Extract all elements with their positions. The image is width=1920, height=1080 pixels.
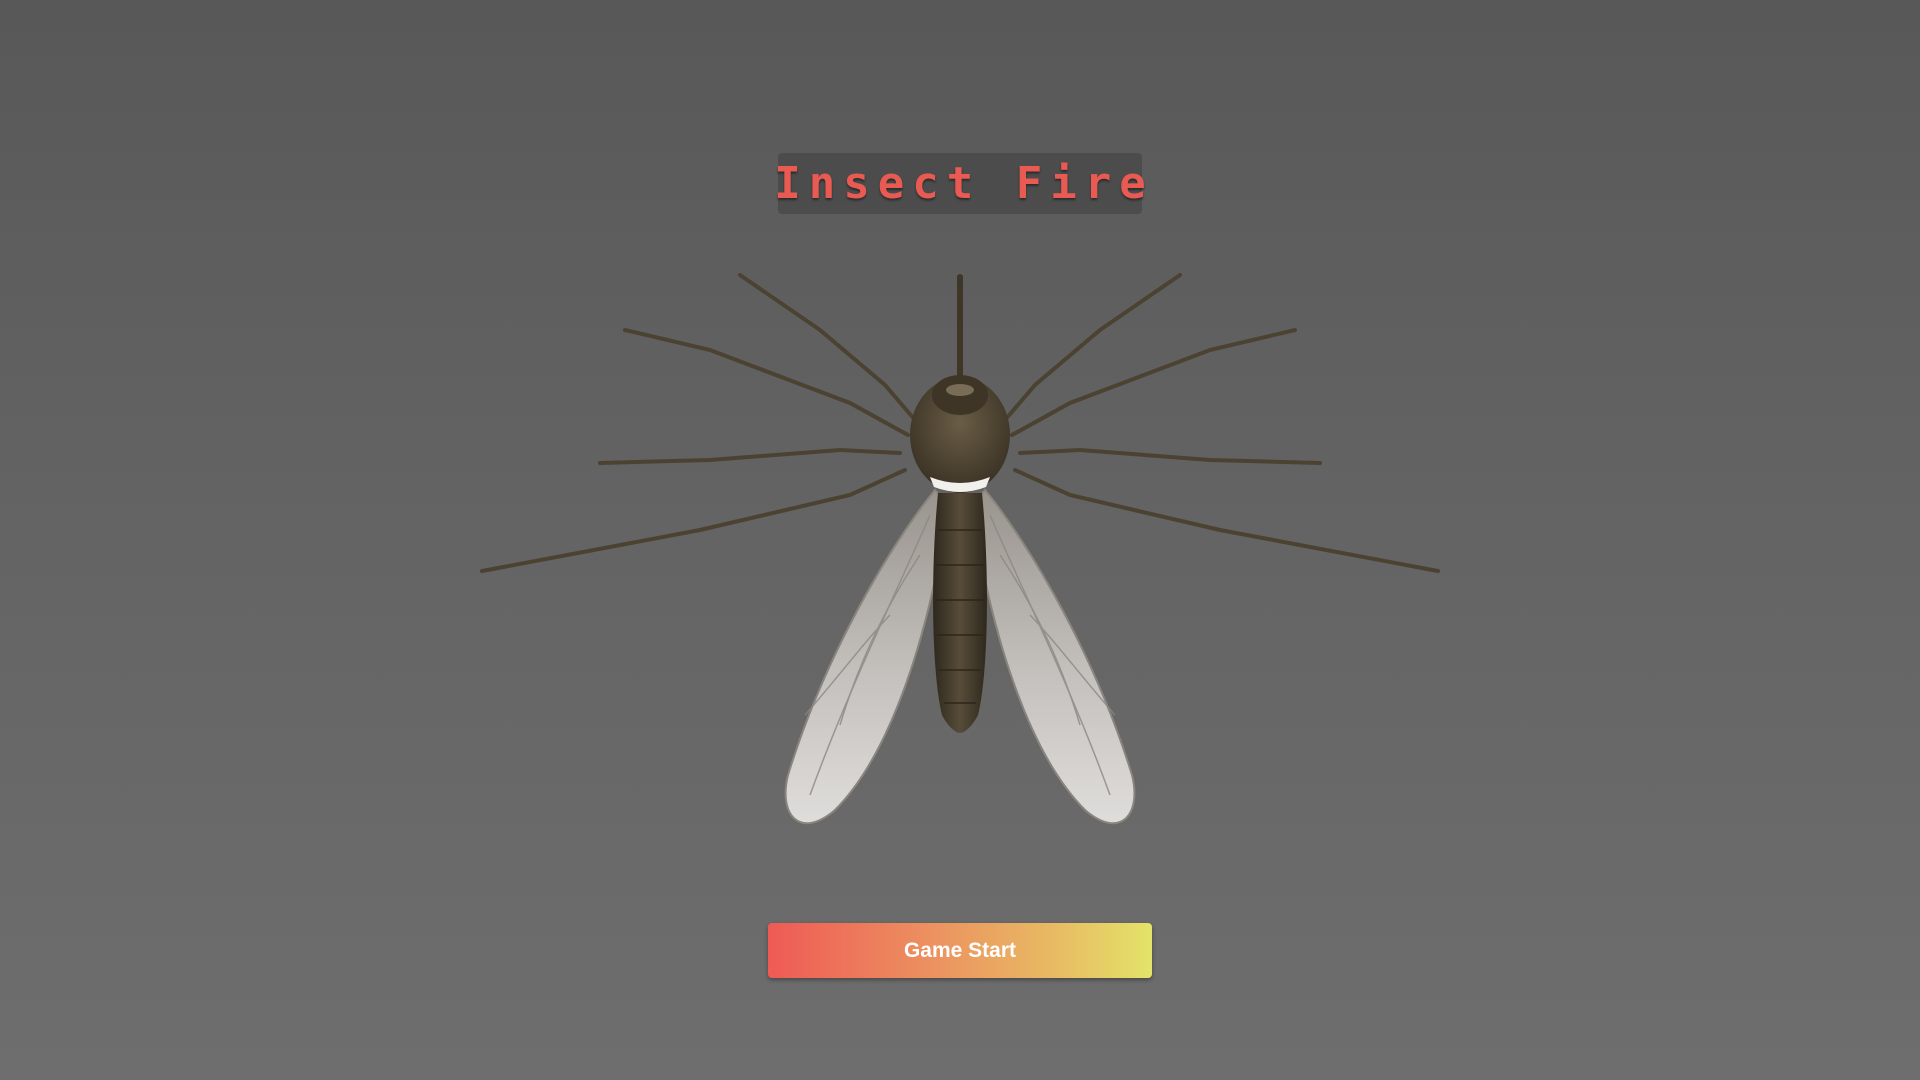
- mosquito-icon: [480, 273, 1440, 825]
- title-box: Insect Fire: [774, 153, 1146, 214]
- game-start-button[interactable]: Game Start: [768, 923, 1152, 978]
- insect-illustration: [460, 255, 1460, 835]
- game-title: Insect Fire: [774, 158, 1154, 209]
